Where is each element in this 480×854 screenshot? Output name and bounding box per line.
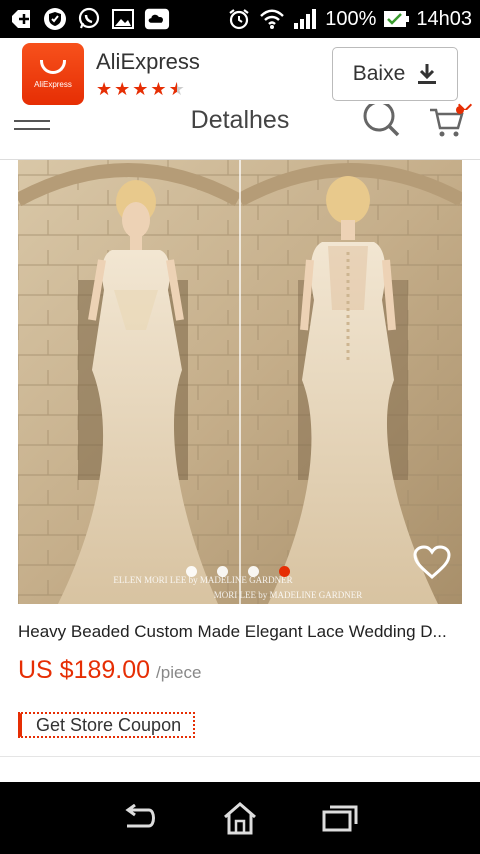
whatsapp-icon [76, 6, 102, 32]
download-icon [418, 64, 437, 84]
battery-percent: 100% [325, 7, 377, 30]
wedding-dress-photo: ELLEN MORI LEE by MADELINE GARDNER MORI … [18, 160, 462, 604]
half-star-icon: ★ [168, 78, 185, 99]
download-label: Baixe [352, 62, 406, 85]
alarm-icon [226, 6, 252, 32]
star-icon: ★ [132, 78, 149, 99]
heart-icon [413, 545, 451, 579]
price-row: US $189.00 /piece [18, 656, 201, 685]
star-icon: ★ [150, 78, 167, 99]
clock: 14h03 [416, 7, 472, 30]
battery-icon [383, 6, 410, 32]
screen: 100% 14h03 AliExpress AliExpress ★ ★ ★ ★… [0, 0, 480, 854]
signal-icon [292, 6, 318, 32]
store-coupon-button[interactable]: Get Store Coupon [18, 712, 196, 738]
status-bar: 100% 14h03 [0, 0, 480, 38]
shield-icon [42, 6, 68, 32]
pager-dot[interactable] [217, 566, 228, 577]
star-icon: ★ [96, 78, 113, 99]
pager-dot-active[interactable] [279, 566, 290, 577]
aliexpress-logo: AliExpress [22, 43, 84, 105]
price-unit: /piece [156, 663, 202, 682]
logo-text: AliExpress [34, 79, 72, 89]
plus-icon [8, 6, 34, 32]
recent-apps-icon [322, 805, 358, 832]
product-price: US $189.00 [18, 656, 151, 684]
rating-stars: ★ ★ ★ ★ ★ [96, 79, 200, 100]
download-button[interactable]: Baixe [332, 47, 458, 101]
watermark-right: MORI LEE by MADELINE GARDNER [214, 590, 363, 600]
app-install-banner: AliExpress AliExpress ★ ★ ★ ★ ★ Baixe [0, 38, 480, 113]
cart-icon[interactable] [428, 106, 468, 140]
product-title[interactable]: Heavy Beaded Custom Made Elegant Lace We… [18, 622, 462, 642]
back-button[interactable] [118, 796, 162, 840]
app-name: AliExpress [96, 48, 200, 74]
back-icon [125, 804, 155, 828]
wishlist-button[interactable] [412, 542, 452, 582]
pager-dot[interactable] [186, 566, 197, 577]
search-icon[interactable] [362, 104, 402, 140]
page-header: Detalhes [0, 104, 480, 160]
image-pager [186, 566, 290, 577]
image-icon [110, 6, 136, 32]
page-title: Detalhes [190, 106, 290, 134]
cloud-icon [144, 6, 170, 32]
home-icon [224, 802, 256, 835]
home-button[interactable] [218, 796, 262, 840]
system-status: 100% 14h03 [226, 6, 472, 32]
app-info: AliExpress ★ ★ ★ ★ ★ [96, 49, 200, 100]
pager-dot[interactable] [248, 566, 259, 577]
coupon-label: Get Store Coupon [36, 714, 182, 735]
wifi-icon [259, 6, 285, 32]
system-nav-bar [0, 782, 480, 854]
notification-icons [8, 6, 170, 32]
product-image[interactable]: ELLEN MORI LEE by MADELINE GARDNER MORI … [18, 160, 462, 604]
recent-apps-button[interactable] [318, 796, 362, 840]
divider [0, 756, 480, 757]
star-icon: ★ [114, 78, 131, 99]
